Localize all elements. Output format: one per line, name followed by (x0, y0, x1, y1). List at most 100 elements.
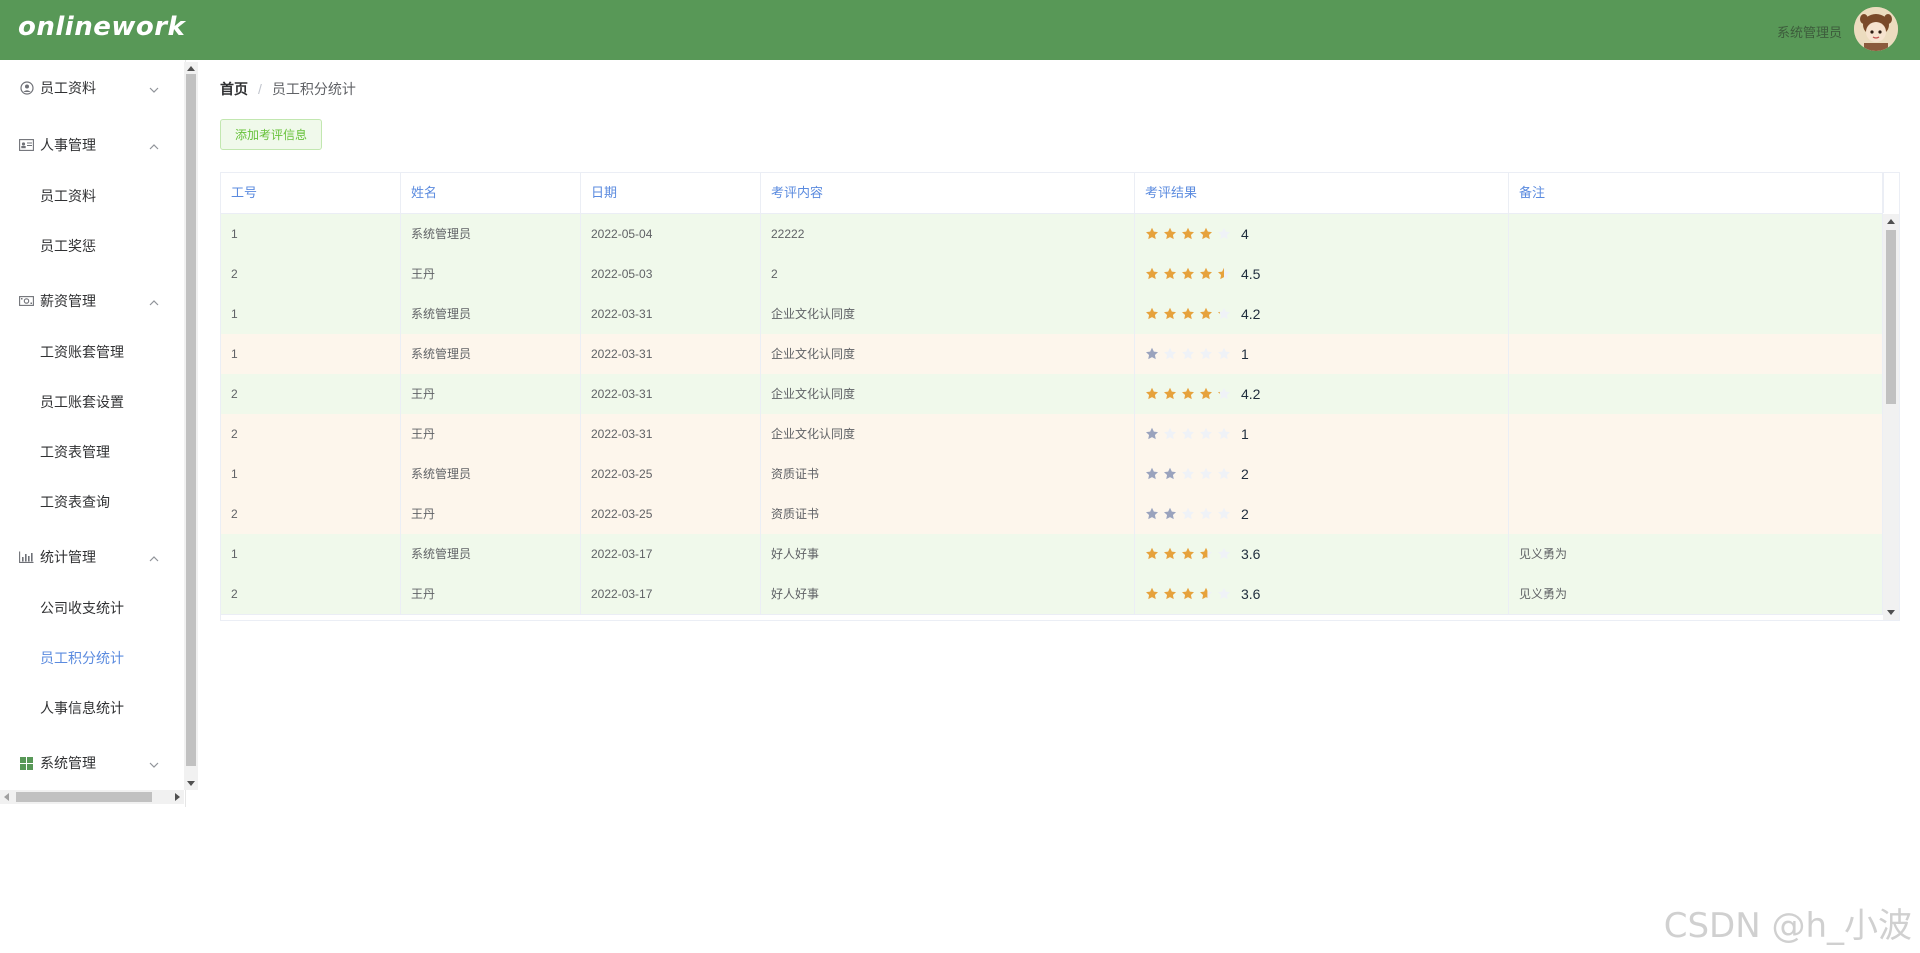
star-half-icon[interactable] (1199, 587, 1213, 601)
menu-group-employee-profile[interactable]: 员工资料 (0, 60, 182, 116)
table-row[interactable]: 1 系统管理员 2022-03-31 企业文化认同度 1 (221, 334, 1883, 375)
sidebar-vertical-scrollbar[interactable] (184, 62, 198, 790)
star-empty-icon[interactable] (1217, 587, 1231, 601)
column-header-date[interactable]: 日期 (581, 173, 761, 213)
app-logo[interactable]: onlinework (18, 12, 185, 42)
scrollbar-thumb[interactable] (186, 74, 196, 766)
scroll-down-arrow-icon[interactable] (1887, 610, 1895, 615)
add-evaluation-button[interactable]: 添加考评信息 (220, 119, 322, 150)
star-filled-icon[interactable] (1163, 227, 1177, 241)
star-empty-icon[interactable] (1181, 347, 1195, 361)
breadcrumb-home[interactable]: 首页 (220, 81, 248, 97)
scrollbar-thumb[interactable] (16, 792, 152, 802)
star-empty-icon[interactable] (1181, 507, 1195, 521)
user-avatar[interactable] (1854, 7, 1898, 51)
scroll-right-arrow-icon[interactable] (175, 793, 180, 801)
table-row[interactable]: 1 系统管理员 2022-03-31 企业文化认同度 4.2 (221, 294, 1883, 335)
star-empty-icon[interactable] (1217, 427, 1231, 441)
menu-item-rewards-punishments[interactable]: 员工奖惩 (0, 221, 182, 271)
menu-group-system[interactable]: 系统管理 (0, 735, 182, 791)
menu-item-payroll-mgmt[interactable]: 工资表管理 (0, 427, 182, 477)
star-filled-icon[interactable] (1181, 587, 1195, 601)
star-filled-icon[interactable] (1163, 307, 1177, 321)
star-filled-icon[interactable] (1145, 267, 1159, 281)
star-filled-icon[interactable] (1199, 227, 1213, 241)
star-empty-icon[interactable] (1181, 467, 1195, 481)
menu-item-payroll-query[interactable]: 工资表查询 (0, 477, 182, 527)
star-empty-icon[interactable] (1217, 547, 1231, 561)
star-empty-icon[interactable] (1199, 467, 1213, 481)
table-row[interactable]: 1 系统管理员 2022-03-17 好人好事 3.6 见义勇为 (221, 534, 1883, 575)
rating-stars[interactable]: 1 (1145, 334, 1508, 374)
star-filled-icon[interactable] (1181, 307, 1195, 321)
rating-stars[interactable]: 4.2 (1145, 374, 1508, 414)
star-empty-icon[interactable] (1217, 507, 1231, 521)
column-header-id[interactable]: 工号 (221, 173, 401, 213)
menu-group-hr[interactable]: 人事管理 (0, 117, 182, 173)
star-empty-icon[interactable] (1217, 227, 1231, 241)
rating-stars[interactable]: 2 (1145, 494, 1508, 534)
menu-item-employee-template-settings[interactable]: 员工账套设置 (0, 377, 182, 427)
star-filled-icon[interactable] (1145, 227, 1159, 241)
star-filled-icon[interactable] (1145, 427, 1159, 441)
column-header-content[interactable]: 考评内容 (761, 173, 1135, 213)
star-filled-icon[interactable] (1181, 387, 1195, 401)
menu-group-salary[interactable]: 薪资管理 (0, 273, 182, 329)
star-filled-icon[interactable] (1199, 387, 1213, 401)
table-row[interactable]: 2 王丹 2022-03-31 企业文化认同度 1 (221, 414, 1883, 455)
column-header-result[interactable]: 考评结果 (1135, 173, 1509, 213)
column-header-remark[interactable]: 备注 (1509, 173, 1883, 213)
star-filled-icon[interactable] (1181, 547, 1195, 561)
star-filled-icon[interactable] (1145, 467, 1159, 481)
table-row[interactable]: 2 王丹 2022-03-31 企业文化认同度 4.2 (221, 374, 1883, 415)
menu-item-salary-template-mgmt[interactable]: 工资账套管理 (0, 327, 182, 377)
menu-group-statistics[interactable]: 统计管理 (0, 529, 182, 585)
star-filled-icon[interactable] (1163, 507, 1177, 521)
scroll-up-arrow-icon[interactable] (1887, 219, 1895, 224)
star-filled-icon[interactable] (1181, 227, 1195, 241)
star-filled-icon[interactable] (1145, 387, 1159, 401)
star-filled-icon[interactable] (1145, 347, 1159, 361)
star-half-icon[interactable] (1217, 307, 1231, 321)
rating-stars[interactable]: 4.2 (1145, 294, 1508, 334)
menu-item-employee-profile[interactable]: 员工资料 (0, 171, 182, 221)
star-filled-icon[interactable] (1199, 307, 1213, 321)
star-half-icon[interactable] (1199, 547, 1213, 561)
current-user-name[interactable]: 系统管理员 (1777, 22, 1842, 41)
rating-stars[interactable]: 2 (1145, 454, 1508, 494)
star-half-icon[interactable] (1217, 387, 1231, 401)
sidebar-horizontal-scrollbar[interactable] (0, 790, 184, 804)
star-empty-icon[interactable] (1217, 347, 1231, 361)
star-filled-icon[interactable] (1199, 267, 1213, 281)
star-filled-icon[interactable] (1145, 587, 1159, 601)
table-vertical-scrollbar[interactable] (1883, 214, 1899, 620)
star-half-icon[interactable] (1217, 267, 1231, 281)
column-header-name[interactable]: 姓名 (401, 173, 581, 213)
star-filled-icon[interactable] (1163, 587, 1177, 601)
menu-item-employee-score-stats[interactable]: 员工积分统计 (0, 633, 182, 683)
scrollbar-thumb[interactable] (1886, 230, 1896, 404)
star-filled-icon[interactable] (1181, 267, 1195, 281)
table-row[interactable]: 2 王丹 2022-05-03 2 4.5 (221, 254, 1883, 295)
rating-stars[interactable]: 3.6 (1145, 574, 1508, 614)
table-row[interactable]: 1 系统管理员 2022-03-25 资质证书 2 (221, 454, 1883, 495)
scroll-down-arrow-icon[interactable] (187, 781, 195, 786)
table-row[interactable]: 2 王丹 2022-03-25 资质证书 2 (221, 494, 1883, 535)
rating-stars[interactable]: 4 (1145, 214, 1508, 254)
rating-stars[interactable]: 1 (1145, 414, 1508, 454)
star-filled-icon[interactable] (1145, 507, 1159, 521)
table-row[interactable]: 2 王丹 2022-03-17 好人好事 3.6 见义勇为 (221, 574, 1883, 615)
rating-stars[interactable]: 4.5 (1145, 254, 1508, 294)
scroll-left-arrow-icon[interactable] (4, 793, 9, 801)
star-empty-icon[interactable] (1199, 427, 1213, 441)
star-filled-icon[interactable] (1163, 387, 1177, 401)
star-filled-icon[interactable] (1163, 547, 1177, 561)
star-empty-icon[interactable] (1217, 467, 1231, 481)
star-empty-icon[interactable] (1163, 427, 1177, 441)
star-empty-icon[interactable] (1163, 347, 1177, 361)
star-empty-icon[interactable] (1181, 427, 1195, 441)
star-filled-icon[interactable] (1163, 467, 1177, 481)
star-filled-icon[interactable] (1145, 307, 1159, 321)
rating-stars[interactable]: 3.6 (1145, 534, 1508, 574)
table-row[interactable]: 1 系统管理员 2022-05-04 22222 4 (221, 214, 1883, 255)
